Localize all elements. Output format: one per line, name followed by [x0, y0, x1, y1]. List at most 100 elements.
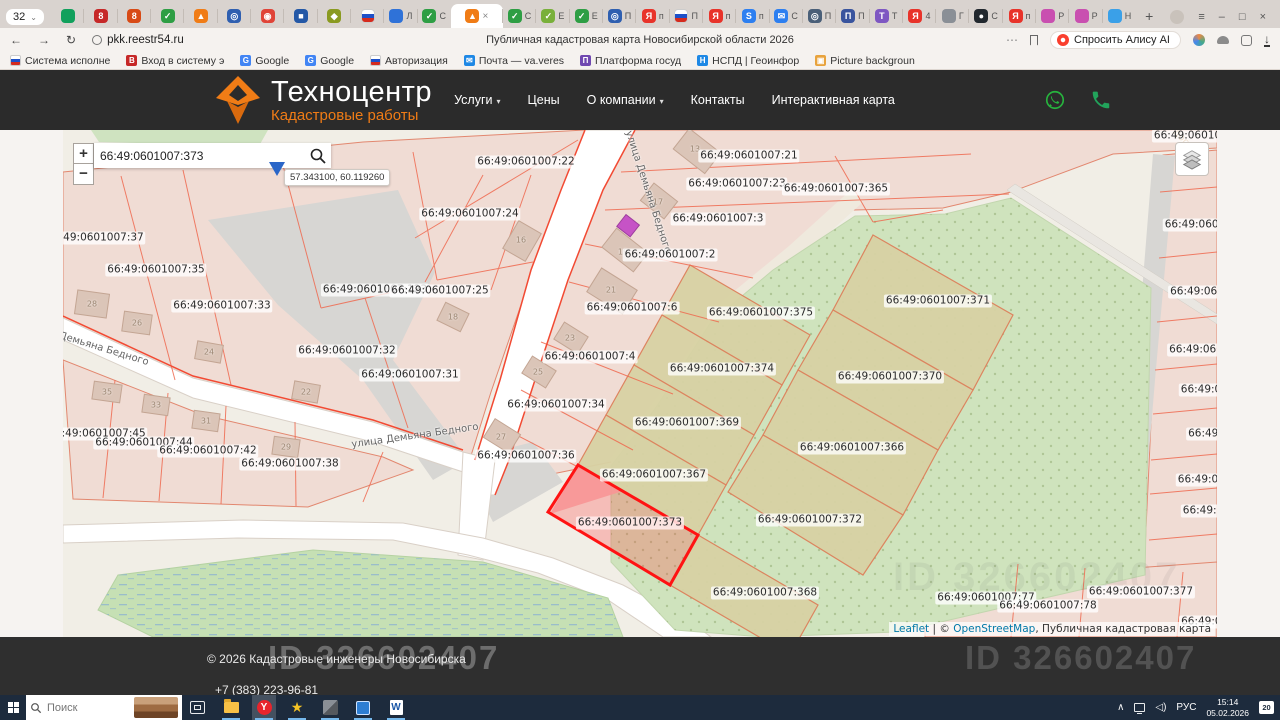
bookmark-icon[interactable]: [1030, 35, 1038, 46]
browser-tab[interactable]: ✓Е: [536, 4, 569, 28]
bookmark-item[interactable]: Система исполне: [10, 55, 110, 67]
taskbar-search[interactable]: [26, 695, 182, 720]
taskbar-app-explorer[interactable]: [219, 695, 243, 720]
site-security-icon[interactable]: [92, 35, 102, 45]
browser-tab[interactable]: ◉: [251, 4, 284, 28]
adblock-icon[interactable]: [1217, 36, 1229, 44]
windows-logo-icon: [8, 702, 19, 713]
bookmark-item[interactable]: ✉Почта — va.veres: [464, 55, 564, 67]
bookmark-item[interactable]: Авторизация: [370, 55, 448, 67]
leaflet-link[interactable]: Leaflet: [893, 623, 929, 635]
search-highlight-thumbnail[interactable]: [134, 697, 178, 718]
phone-icon[interactable]: [1090, 89, 1112, 111]
volume-icon[interactable]: ◁): [1155, 702, 1166, 713]
browser-tab[interactable]: Н: [1103, 4, 1136, 28]
browser-tabstrip: 32 ⌄ 88✓▲◎◉■◆Л✓С▲×✓С✓Е✓Е◎ПЯпПЯпSп✉С◎ПППТ…: [0, 0, 1280, 28]
zoom-in-button[interactable]: +: [73, 143, 94, 164]
browser-tab[interactable]: ◆: [318, 4, 351, 28]
map-container[interactable]: ID 326602407 66:49:0601007:2266:49:06010…: [63, 130, 1217, 637]
notification-center-icon[interactable]: 20: [1259, 701, 1274, 714]
search-icon[interactable]: [309, 147, 327, 165]
network-icon[interactable]: [1134, 703, 1145, 712]
browser-tab[interactable]: ПП: [836, 4, 869, 28]
browser-tab[interactable]: ▲: [184, 4, 217, 28]
nav-item-услуги[interactable]: Услуги▾: [454, 93, 500, 107]
browser-tab[interactable]: Л: [384, 4, 417, 28]
browser-tab[interactable]: 8: [84, 4, 117, 28]
site-logo[interactable]: Техноцентр Кадастровые работы: [215, 75, 432, 125]
start-button[interactable]: [0, 702, 26, 713]
taskbar-app-yandex-browser[interactable]: Y: [252, 695, 276, 720]
layers-control[interactable]: [1175, 142, 1209, 176]
language-indicator[interactable]: РУС: [1176, 702, 1196, 713]
browser-tab[interactable]: ◎П: [803, 4, 836, 28]
browser-tab[interactable]: Р: [1069, 4, 1102, 28]
map-marker[interactable]: [269, 162, 285, 176]
minimize-button[interactable]: –: [1219, 11, 1225, 23]
browser-tab[interactable]: Яп: [703, 4, 736, 28]
taskbar-app-remote[interactable]: [351, 695, 375, 720]
taskbar-clock[interactable]: 15:14 05.02.2026: [1206, 697, 1249, 718]
extension-icon[interactable]: [1193, 34, 1205, 46]
browser-menu-button[interactable]: ≡: [1198, 11, 1204, 23]
collections-icon[interactable]: [1241, 35, 1252, 46]
alice-ai-button[interactable]: Спросить Алису AI: [1050, 31, 1181, 49]
nav-item-интерактивная-карта[interactable]: Интерактивная карта: [772, 93, 895, 107]
parcel-label: 66:49:0601007:373: [576, 517, 684, 530]
new-tab-button[interactable]: +: [1137, 8, 1161, 28]
reload-button[interactable]: ↻: [66, 33, 76, 47]
browser-tab[interactable]: ✓: [151, 4, 184, 28]
browser-tab[interactable]: ●С: [969, 4, 1002, 28]
browser-tab[interactable]: Яп: [636, 4, 669, 28]
nav-item-цены[interactable]: Цены: [528, 93, 560, 107]
browser-tab[interactable]: Sп: [736, 4, 769, 28]
browser-tab[interactable]: ◎П: [603, 4, 636, 28]
task-view-button[interactable]: [190, 701, 205, 714]
maximize-button[interactable]: □: [1239, 11, 1246, 23]
taskbar-app-word[interactable]: W: [384, 695, 408, 720]
browser-tab[interactable]: ▲×: [451, 4, 503, 28]
browser-tab[interactable]: ◎: [218, 4, 251, 28]
tab-favicon: [61, 9, 75, 23]
tab-counter[interactable]: 32 ⌄: [6, 9, 44, 25]
browser-tab[interactable]: ✓С: [503, 4, 536, 28]
browser-tab[interactable]: ✓С: [418, 4, 451, 28]
browser-tab[interactable]: ✓Е: [570, 4, 603, 28]
taskbar-app-photos[interactable]: [318, 695, 342, 720]
browser-tab[interactable]: ■: [284, 4, 317, 28]
taskbar-search-input[interactable]: [47, 702, 129, 714]
profile-avatar[interactable]: [1170, 10, 1184, 24]
taskbar-app-favorites[interactable]: ★: [285, 695, 309, 720]
browser-tab[interactable]: [351, 4, 384, 28]
nav-item-о-компании[interactable]: О компании▾: [587, 93, 664, 107]
whatsapp-icon[interactable]: [1044, 89, 1066, 111]
tray-expand-icon[interactable]: ∧: [1117, 702, 1124, 713]
browser-tab[interactable]: Р: [1036, 4, 1069, 28]
browser-tab[interactable]: ТТ: [870, 4, 903, 28]
bookmark-item[interactable]: ВВход в систему э: [126, 55, 224, 67]
zoom-out-button[interactable]: −: [73, 164, 94, 185]
browser-tab[interactable]: Г: [936, 4, 969, 28]
bookmark-item[interactable]: GGoogle: [305, 55, 354, 67]
bookmark-item[interactable]: ▣Picture backgroun: [815, 55, 915, 67]
forward-button[interactable]: →: [38, 33, 50, 47]
osm-link[interactable]: OpenStreetMap: [953, 623, 1035, 635]
close-button[interactable]: ×: [1260, 11, 1266, 23]
browser-tab[interactable]: Я4: [903, 4, 936, 28]
footer-phone[interactable]: +7 (383) 223-96-81: [215, 683, 318, 695]
browser-tab[interactable]: 8: [118, 4, 151, 28]
map-search-input[interactable]: [94, 149, 309, 163]
browser-tab[interactable]: ✉С: [770, 4, 803, 28]
browser-tab[interactable]: П: [670, 4, 703, 28]
bookmark-item[interactable]: GGoogle: [240, 55, 289, 67]
address-bar[interactable]: pkk.reestr54.ru: [92, 34, 184, 46]
more-icon[interactable]: ⋯: [1006, 33, 1018, 47]
nav-item-контакты[interactable]: Контакты: [691, 93, 745, 107]
download-icon[interactable]: ↓: [1264, 34, 1270, 47]
bookmark-item[interactable]: ННСПД | Геоинфор: [697, 55, 799, 67]
tab-close-icon[interactable]: ×: [482, 11, 488, 22]
browser-tab[interactable]: Яп: [1003, 4, 1036, 28]
browser-tab[interactable]: [51, 4, 84, 28]
back-button[interactable]: ←: [10, 33, 22, 47]
bookmark-item[interactable]: ППлатформа госуд: [580, 55, 681, 67]
